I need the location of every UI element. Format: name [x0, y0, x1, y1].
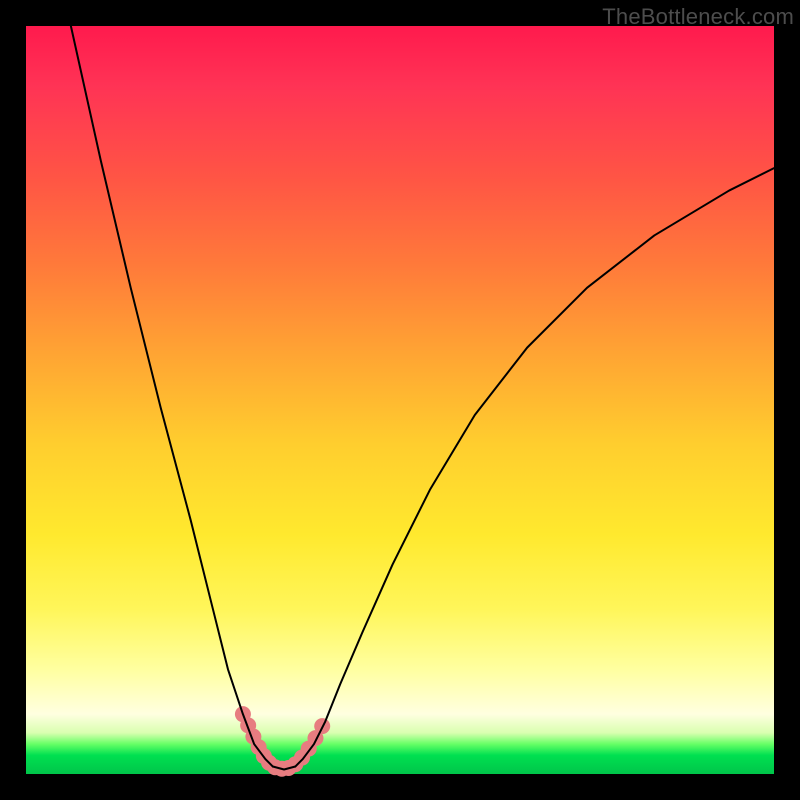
watermark-text: TheBottleneck.com [602, 4, 794, 30]
series-right-branch [295, 168, 774, 766]
chart-svg [26, 26, 774, 774]
line-layer [71, 26, 774, 770]
chart-frame: TheBottleneck.com [0, 0, 800, 800]
plot-area [26, 26, 774, 774]
series-left-branch [71, 26, 273, 767]
